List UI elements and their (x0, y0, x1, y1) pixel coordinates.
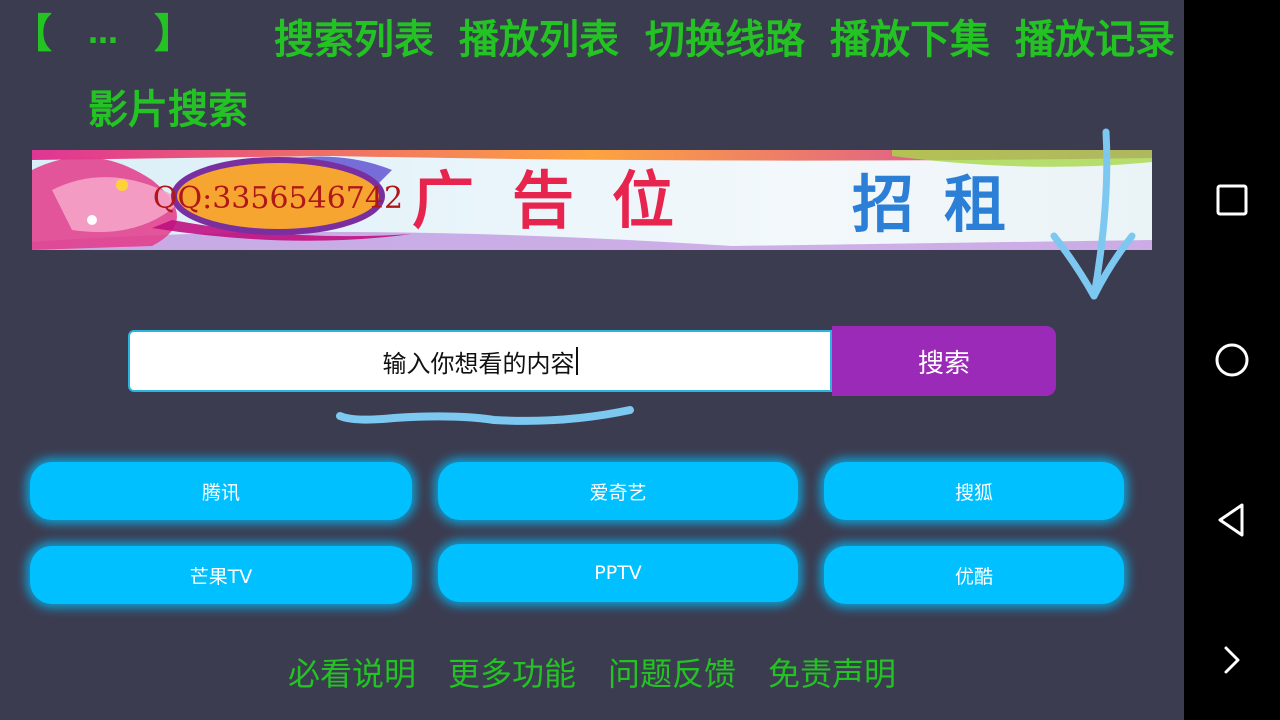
search-input-value: 输入你想看的内容 (382, 349, 575, 378)
app-screen: 【 … 】 搜索列表 播放列表 切换线路 播放下集 播放记录 影片搜索 QQ:335… (0, 0, 1184, 720)
play-next-link[interactable]: 播放下集 (830, 18, 990, 62)
search-input[interactable]: 输入你想看的内容 (128, 330, 832, 392)
ad-text-blue: 招租 (852, 168, 1036, 241)
platform-button-mango[interactable]: 芒果TV (30, 546, 412, 604)
ad-banner[interactable]: QQ:3356546742 广告位 招租 (32, 150, 1152, 250)
platform-button-sohu[interactable]: 搜狐 (824, 462, 1124, 520)
back-triangle-icon[interactable] (1212, 500, 1252, 540)
text-cursor (575, 347, 578, 375)
disclaimer-link[interactable]: 免责声明 (768, 654, 896, 694)
ad-text-red: 广告位 (412, 164, 712, 237)
platform-button-tencent[interactable]: 腾讯 (30, 462, 412, 520)
switch-line-link[interactable]: 切换线路 (645, 18, 805, 62)
chevron-right-icon[interactable] (1212, 640, 1252, 680)
search-list-link[interactable]: 搜索列表 (274, 18, 434, 62)
feedback-link[interactable]: 问题反馈 (608, 654, 736, 694)
bracket-close: 】 (154, 11, 194, 57)
circle-icon[interactable] (1212, 340, 1252, 380)
search-button[interactable]: 搜索 (832, 326, 1056, 396)
platform-button-youku[interactable]: 优酷 (824, 546, 1124, 604)
play-history-link[interactable]: 播放记录 (1015, 18, 1175, 62)
ad-banner-art: QQ:3356546742 广告位 招租 (32, 150, 1152, 250)
underline-annotation (336, 406, 634, 425)
platform-button-iqiyi[interactable]: 爱奇艺 (438, 462, 798, 520)
more-features-link[interactable]: 更多功能 (448, 654, 576, 694)
play-list-link[interactable]: 播放列表 (459, 18, 619, 62)
platform-button-pptv[interactable]: PPTV (438, 544, 798, 602)
qq-text: QQ:3356546742 (153, 181, 403, 216)
must-read-link[interactable]: 必看说明 (288, 654, 416, 694)
menu-bracket-button[interactable]: 【 … 】 (12, 12, 194, 56)
square-icon[interactable] (1212, 180, 1252, 220)
ellipsis: … (88, 16, 118, 51)
film-search-title[interactable]: 影片搜索 (88, 88, 248, 132)
bracket-open: 【 (12, 11, 52, 57)
